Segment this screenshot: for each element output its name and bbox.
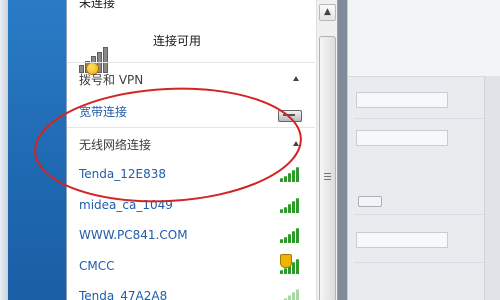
divider [67, 127, 315, 128]
wifi-network-item[interactable]: Tenda_47A2A8 [67, 286, 315, 300]
wifi-network-item[interactable]: WWW.PC841.COM [67, 225, 315, 247]
wifi-network-item[interactable]: midea_ca_1049 [67, 195, 315, 217]
security-shield-icon [280, 254, 292, 268]
background-panel-header [348, 0, 500, 77]
network-name[interactable]: Tenda_12E838 [79, 167, 166, 181]
not-connected-header: 未连接 ⌃ [67, 0, 315, 10]
network-name[interactable]: midea_ca_1049 [79, 198, 173, 212]
connection-available-label: 连接可用 [153, 34, 202, 48]
broadband-modem-icon [278, 110, 302, 122]
scroll-up-button[interactable]: ▲ [319, 4, 336, 21]
broadband-connection-label[interactable]: 宽带连接 [79, 103, 127, 120]
wireless-group-header[interactable]: 无线网络连接 [67, 134, 315, 154]
wifi-network-item[interactable]: Tenda_12E838 [67, 164, 315, 186]
dialup-vpn-title: 拨号和 VPN [79, 73, 144, 87]
background-panel [347, 0, 500, 300]
background-badge [358, 196, 382, 207]
wireless-network-title: 无线网络连接 [79, 138, 152, 152]
wifi-network-item[interactable]: CMCC [67, 256, 315, 278]
signal-bars-icon [280, 167, 300, 182]
scroll-grip-icon [324, 173, 331, 180]
background-scrollbar [484, 76, 500, 300]
desktop-window-edge [0, 0, 8, 300]
divider [67, 62, 315, 63]
background-divider [354, 118, 484, 119]
background-field [356, 232, 448, 248]
collapse-chevron-icon[interactable] [293, 76, 299, 81]
network-name[interactable]: CMCC [79, 259, 115, 273]
chevron-up-icon[interactable]: ⌃ [297, 0, 305, 3]
network-name[interactable]: WWW.PC841.COM [79, 228, 188, 242]
network-connections-popup: 未连接 ⌃ 连接可用 拨号和 VPN 宽带连接 无线网络连接 Tenda_12E… [66, 0, 338, 300]
background-divider [354, 262, 484, 263]
connection-status-row: 连接可用 [67, 22, 315, 75]
desktop-background [0, 0, 66, 300]
dialup-vpn-group-header[interactable]: 拨号和 VPN [67, 69, 315, 89]
background-field [356, 92, 448, 108]
signal-bars-icon [280, 228, 300, 243]
popup-scrollbar[interactable]: ▲ [316, 0, 337, 300]
background-divider [354, 214, 484, 215]
signal-bars-icon [280, 198, 300, 213]
network-name[interactable]: Tenda_47A2A8 [79, 289, 167, 300]
collapse-chevron-icon[interactable] [293, 141, 299, 146]
background-field [356, 130, 448, 146]
signal-bars-icon [280, 289, 300, 300]
not-connected-label: 未连接 [79, 0, 116, 10]
scroll-thumb[interactable] [319, 36, 336, 300]
